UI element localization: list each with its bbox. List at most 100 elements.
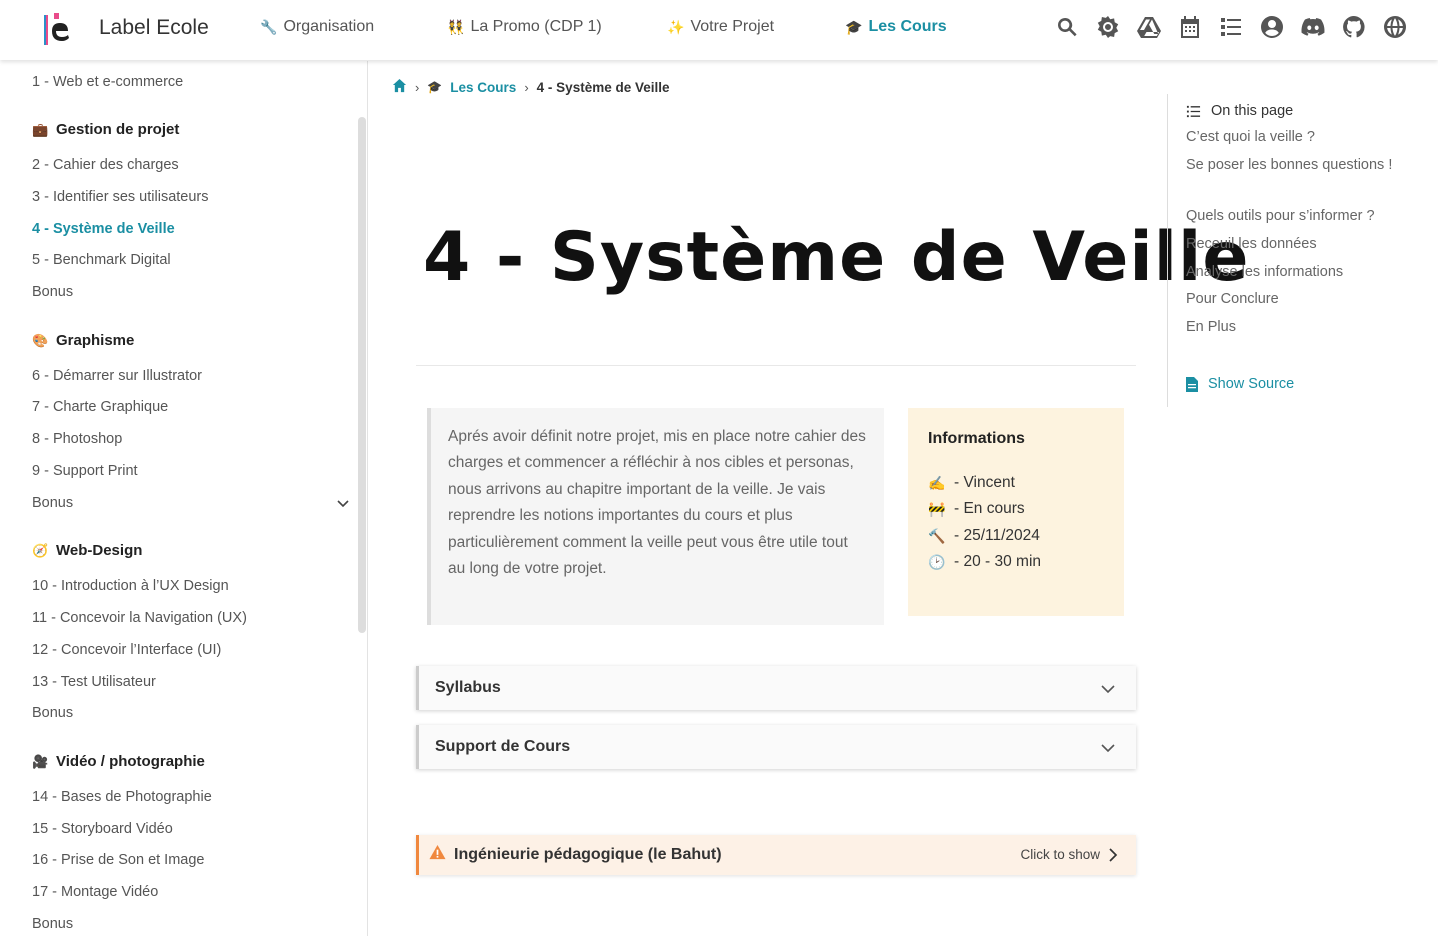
sidebar-item[interactable]: 10 - Introduction à l’UX Design bbox=[32, 578, 229, 594]
graduation-cap-icon: 🎓 bbox=[427, 80, 443, 94]
sidebar-item[interactable]: 9 - Support Print bbox=[32, 463, 138, 479]
sidebar-item[interactable]: Bonus bbox=[32, 705, 73, 721]
sidebar-section-graphisme: 🎨 Graphisme bbox=[32, 332, 134, 349]
chevron-right-icon[interactable] bbox=[1106, 847, 1120, 863]
sidebar-item[interactable]: Bonus bbox=[32, 916, 73, 932]
info-value: - Vincent bbox=[954, 474, 1015, 491]
breadcrumb-current: 4 - Système de Veille bbox=[536, 79, 670, 95]
nav-label: Organisation bbox=[283, 18, 375, 35]
clock-icon: 🕑 bbox=[928, 554, 946, 571]
dropdown-label: Syllabus bbox=[435, 679, 501, 696]
sidebar-item[interactable]: 8 - Photoshop bbox=[32, 431, 122, 447]
click-to-show-label[interactable]: Click to show bbox=[1020, 847, 1100, 862]
info-value: - 20 - 30 min bbox=[954, 553, 1042, 571]
pedagogy-admonition[interactable]: Ingénieurie pédagogique (le Bahut) Click… bbox=[416, 835, 1136, 875]
list-icon bbox=[1186, 105, 1201, 117]
sidebar-item[interactable]: 3 - Identifier ses utilisateurs bbox=[32, 189, 209, 205]
chevron-right-icon: › bbox=[524, 79, 529, 95]
intro-text: Aprés avoir définit notre projet, mis en… bbox=[448, 428, 866, 578]
show-source-link[interactable]: Show Source bbox=[1186, 376, 1294, 392]
sidebar-item[interactable]: 7 - Charte Graphique bbox=[32, 399, 168, 415]
sidebar-section-video-photographie: 🎥 Vidéo / photographie bbox=[32, 753, 205, 770]
nav-la-promo[interactable]: 👯 La Promo (CDP 1) bbox=[447, 18, 602, 36]
search-icon[interactable] bbox=[1054, 14, 1080, 40]
sidebar-item[interactable]: 15 - Storyboard Vidéo bbox=[32, 821, 173, 837]
sidebar-scrollbar[interactable] bbox=[358, 117, 366, 633]
nav-votre-projet[interactable]: ✨ Votre Projet bbox=[667, 18, 774, 36]
toc-heading-label: On this page bbox=[1211, 103, 1294, 119]
label-ecole-logo[interactable] bbox=[42, 11, 72, 47]
toc-item[interactable]: En Plus bbox=[1186, 316, 1411, 339]
sidebar-item[interactable]: 2 - Cahier des charges bbox=[32, 157, 179, 173]
nav-label: La Promo (CDP 1) bbox=[470, 18, 602, 35]
sidebar-item[interactable]: 13 - Test Utilisateur bbox=[32, 674, 156, 690]
nav-les-cours[interactable]: 🎓 Les Cours bbox=[845, 18, 947, 36]
sidebar-item[interactable]: 6 - Démarrer sur Illustrator bbox=[32, 368, 202, 384]
chevron-down-icon[interactable] bbox=[336, 497, 350, 511]
wrench-icon: 🔧 bbox=[260, 18, 278, 35]
divider bbox=[416, 365, 1136, 366]
chevron-down-icon bbox=[1101, 685, 1115, 694]
sidebar-item[interactable]: 1 - Web et e-commerce bbox=[32, 74, 183, 90]
info-row-duration: 🕑 - 20 - 30 min bbox=[928, 549, 1104, 575]
calendar-icon[interactable] bbox=[1177, 14, 1203, 40]
sidebar-item[interactable]: 17 - Montage Vidéo bbox=[32, 884, 158, 900]
support-de-cours-dropdown[interactable]: Support de Cours bbox=[416, 725, 1136, 769]
breadcrumb: › 🎓 Les Cours › 4 - Système de Veille bbox=[392, 78, 670, 96]
info-value: - En cours bbox=[954, 500, 1025, 518]
section-title: Gestion de projet bbox=[56, 121, 180, 138]
toc-item[interactable]: C’est quoi la veille ? bbox=[1186, 126, 1411, 149]
nav-label: Votre Projet bbox=[690, 18, 775, 35]
page-title: 4 - Système de Veille bbox=[423, 218, 1250, 297]
navbar-icon-group bbox=[1054, 14, 1408, 40]
warning-icon bbox=[429, 844, 446, 866]
google-drive-icon[interactable] bbox=[1136, 14, 1162, 40]
list-icon[interactable] bbox=[1218, 14, 1244, 40]
palette-icon: 🎨 bbox=[32, 332, 49, 348]
toc-item[interactable]: Se poser les bonnes questions ! bbox=[1186, 154, 1411, 177]
toc-item[interactable]: Receuil les données bbox=[1186, 233, 1411, 256]
brand-name[interactable]: Label Ecole bbox=[99, 16, 209, 40]
toc-item[interactable]: Quels outils pour s’informer ? bbox=[1186, 205, 1411, 228]
sidebar-item[interactable]: 11 - Concevoir la Navigation (UX) bbox=[32, 610, 247, 626]
graduation-cap-icon: 🎓 bbox=[845, 18, 863, 35]
nav-organisation[interactable]: 🔧 Organisation bbox=[260, 18, 374, 36]
sidebar-item[interactable]: 5 - Benchmark Digital bbox=[32, 252, 171, 268]
toc-heading: On this page bbox=[1186, 103, 1293, 119]
sidebar-item-active[interactable]: 4 - Système de Veille bbox=[32, 221, 175, 237]
sidebar-item[interactable]: Bonus bbox=[32, 284, 73, 300]
sparkles-icon: ✨ bbox=[667, 18, 685, 35]
section-title: Graphisme bbox=[56, 332, 135, 349]
toc-item[interactable]: Pour Conclure bbox=[1186, 288, 1411, 311]
home-icon[interactable] bbox=[392, 78, 407, 96]
writing-hand-icon: ✍️ bbox=[928, 475, 946, 491]
section-title: Vidéo / photographie bbox=[56, 753, 205, 770]
brightness-icon[interactable] bbox=[1095, 14, 1121, 40]
top-navbar: Label Ecole 🔧 Organisation 👯 La Promo (C… bbox=[0, 0, 1438, 60]
globe-icon[interactable] bbox=[1382, 14, 1408, 40]
info-row-status: 🚧 - En cours bbox=[928, 496, 1104, 522]
breadcrumb-parent-link[interactable]: Les Cours bbox=[450, 80, 516, 95]
sidebar-section-gestion-de-projet: 💼 Gestion de projet bbox=[32, 121, 179, 138]
intro-blockquote: Aprés avoir définit notre projet, mis en… bbox=[427, 408, 884, 625]
syllabus-dropdown[interactable]: Syllabus bbox=[416, 666, 1136, 710]
sidebar-nav: 1 - Web et e-commerce 💼 Gestion de proje… bbox=[0, 61, 368, 936]
sidebar-item[interactable]: 14 - Bases de Photographie bbox=[32, 789, 212, 805]
construction-icon: 🚧 bbox=[928, 501, 946, 518]
sidebar-item[interactable]: 16 - Prise de Son et Image bbox=[32, 852, 205, 868]
sidebar-section-web-design: 🧭 Web-Design bbox=[32, 542, 142, 559]
chevron-right-icon: › bbox=[415, 79, 420, 95]
compass-icon: 🧭 bbox=[32, 542, 49, 558]
section-title: Web-Design bbox=[56, 542, 143, 559]
info-value: - 25/11/2024 bbox=[954, 526, 1040, 544]
briefcase-icon: 💼 bbox=[32, 121, 49, 137]
sidebar-item[interactable]: 12 - Concevoir l’Interface (UI) bbox=[32, 642, 221, 658]
github-icon[interactable] bbox=[1341, 14, 1367, 40]
toc-item[interactable]: Analyse les informations bbox=[1186, 261, 1411, 284]
table-of-contents: On this page C’est quoi la veille ? Se p… bbox=[1167, 94, 1417, 407]
user-icon[interactable] bbox=[1259, 14, 1285, 40]
sidebar-item[interactable]: Bonus bbox=[32, 495, 73, 511]
info-row-author: ✍️ - Vincent bbox=[928, 470, 1104, 496]
discord-icon[interactable] bbox=[1300, 14, 1326, 40]
info-title: Informations bbox=[928, 430, 1025, 447]
